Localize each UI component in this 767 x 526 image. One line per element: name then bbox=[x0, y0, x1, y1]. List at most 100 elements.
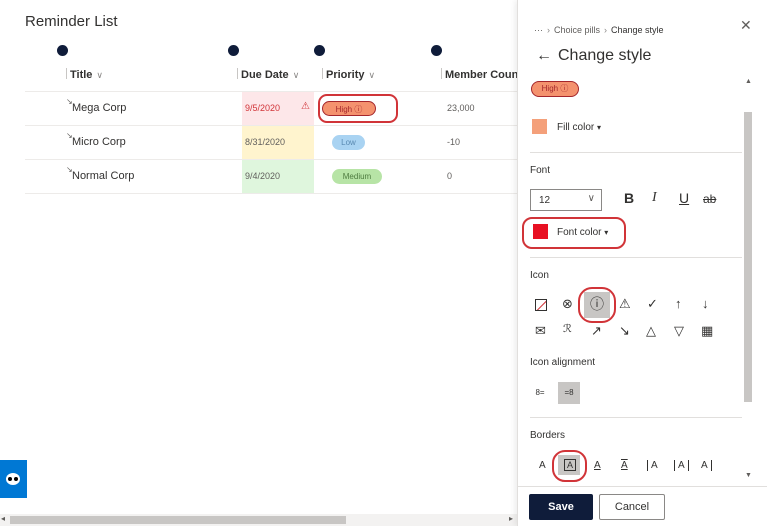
column-dot-member-count bbox=[431, 45, 442, 56]
panel-title-text: Change style bbox=[558, 47, 652, 64]
chevron-right-icon: › bbox=[604, 25, 608, 35]
row-title-text: Mega Corp bbox=[72, 102, 127, 114]
caret-down-icon: ▾ bbox=[597, 123, 602, 132]
scroll-up-icon[interactable]: ▲ bbox=[745, 78, 752, 85]
chevron-down-icon: ∨ bbox=[292, 70, 300, 80]
highlight-ring-font-color bbox=[522, 217, 626, 249]
priority-pill-medium: Medium bbox=[332, 169, 382, 184]
item-icon: ↘ bbox=[66, 165, 73, 174]
info-circle-icon: ⓘ bbox=[560, 84, 569, 93]
member-count-cell: 23,000 bbox=[447, 103, 475, 113]
horizontal-scroll-thumb[interactable] bbox=[10, 516, 346, 524]
column-divider bbox=[237, 68, 238, 79]
due-date-cell: 9/5/2020 ⚠ bbox=[242, 92, 314, 125]
chevron-down-icon: ∨ bbox=[368, 70, 376, 80]
none-icon[interactable] bbox=[535, 299, 547, 311]
warning-triangle-icon[interactable]: ⚠ bbox=[619, 297, 631, 310]
highlight-ring-icon bbox=[578, 287, 616, 323]
item-icon: ↘ bbox=[66, 131, 73, 140]
close-icon[interactable]: ✕ bbox=[740, 17, 752, 34]
extension-button[interactable] bbox=[0, 460, 27, 498]
chevron-down-icon: ∨ bbox=[587, 193, 595, 204]
column-header-member-count[interactable]: Member Coun bbox=[441, 68, 518, 81]
chevron-right-icon: › bbox=[547, 25, 550, 35]
arrow-up-icon[interactable]: ↑ bbox=[675, 297, 682, 310]
format-panel: ··· › Choice pills › Change style ✕ ← Change … bbox=[517, 0, 767, 526]
strikethrough-button[interactable]: ab bbox=[703, 192, 716, 206]
column-dot-priority bbox=[314, 45, 325, 56]
column-dot-title bbox=[57, 45, 68, 56]
table-row-title[interactable]: ↘ Normal Corp bbox=[66, 165, 135, 182]
italic-button[interactable]: I bbox=[652, 190, 657, 206]
column-header-label: Member Coun bbox=[445, 69, 519, 81]
bold-button[interactable]: B bbox=[624, 190, 634, 206]
none-slash bbox=[536, 300, 546, 310]
panda-icon bbox=[6, 473, 20, 485]
fill-color-label: Fill color bbox=[557, 122, 595, 133]
border-left-button[interactable]: A bbox=[647, 460, 658, 471]
breadcrumb: ··· › Choice pills › Change style bbox=[534, 25, 664, 35]
column-header-priority[interactable]: Priority ∨ bbox=[322, 68, 375, 81]
table-row-title[interactable]: ↘ Mega Corp bbox=[66, 97, 127, 114]
section-divider bbox=[530, 152, 742, 153]
align-left-button[interactable]: 8= bbox=[529, 382, 551, 404]
breadcrumb-parent[interactable]: Choice pills bbox=[554, 25, 600, 35]
column-header-due-date[interactable]: Due Date ∨ bbox=[237, 68, 299, 81]
scroll-left-icon[interactable]: ◂ bbox=[1, 514, 5, 523]
font-size-value: 12 bbox=[539, 195, 551, 206]
borders-section-label: Borders bbox=[530, 430, 566, 441]
border-none-button[interactable]: A bbox=[539, 460, 546, 471]
priority-pill-low: Low bbox=[332, 135, 365, 150]
font-size-select[interactable]: 12 ∨ bbox=[530, 189, 602, 211]
column-divider bbox=[66, 68, 67, 79]
thumbs-down-icon[interactable]: ▽ bbox=[674, 324, 684, 337]
table-row-title[interactable]: ↘ Micro Corp bbox=[66, 131, 126, 148]
preview-pill: High ⓘ bbox=[531, 81, 579, 97]
due-date-cell: 8/31/2020 bbox=[242, 126, 314, 159]
list-title: Reminder List bbox=[25, 13, 118, 30]
thumbs-up-icon[interactable]: △ bbox=[646, 324, 656, 337]
due-date-text: 8/31/2020 bbox=[245, 137, 286, 147]
scroll-right-icon[interactable]: ▸ bbox=[509, 514, 513, 523]
fill-color-button[interactable]: Fill color ▾ bbox=[557, 122, 601, 133]
footer-divider bbox=[517, 486, 767, 487]
cancel-button[interactable]: Cancel bbox=[599, 494, 665, 520]
border-bottom-button[interactable]: A bbox=[594, 460, 601, 471]
row-title-text: Normal Corp bbox=[72, 170, 135, 182]
due-date-cell: 9/4/2020 bbox=[242, 160, 314, 193]
panel-scroll-thumb[interactable] bbox=[744, 112, 752, 402]
chevron-down-icon: ∨ bbox=[96, 70, 104, 80]
panel-title: ← Change style bbox=[536, 47, 651, 65]
section-divider bbox=[530, 417, 742, 418]
back-arrow-icon[interactable]: ← bbox=[536, 47, 552, 64]
column-header-title[interactable]: Title ∨ bbox=[66, 68, 103, 81]
trend-down-icon[interactable]: ↘ bbox=[619, 324, 630, 337]
mail-icon[interactable]: ✉ bbox=[535, 324, 546, 337]
trend-up-icon[interactable]: ↗ bbox=[591, 324, 602, 337]
breadcrumb-ellipsis[interactable]: ··· bbox=[534, 25, 543, 35]
cross-circle-icon[interactable]: ⊗ bbox=[562, 297, 573, 310]
column-divider bbox=[441, 68, 442, 79]
save-button[interactable]: Save bbox=[529, 494, 593, 520]
border-right-button[interactable]: A bbox=[701, 460, 712, 471]
icon-section-label: Icon bbox=[530, 270, 549, 281]
due-date-text: 9/4/2020 bbox=[245, 171, 281, 181]
people-icon[interactable]: ℛ bbox=[563, 324, 572, 335]
underline-button[interactable]: U bbox=[679, 190, 689, 206]
fill-color-swatch[interactable] bbox=[532, 119, 547, 134]
checkmark-icon[interactable]: ✓ bbox=[647, 297, 658, 310]
item-icon: ↘ bbox=[66, 97, 73, 106]
column-header-label: Title bbox=[70, 69, 93, 81]
arrow-down-icon[interactable]: ↓ bbox=[702, 297, 709, 310]
border-top-bottom-button[interactable]: A bbox=[621, 460, 628, 471]
column-header-label: Priority bbox=[326, 69, 365, 81]
preview-pill-label: High bbox=[541, 84, 559, 93]
calendar-icon[interactable]: ▦ bbox=[701, 324, 713, 337]
member-count-cell: -10 bbox=[447, 137, 461, 147]
align-right-button[interactable]: =8 bbox=[558, 382, 580, 404]
border-sides-button[interactable]: A bbox=[674, 460, 689, 471]
icon-alignment-label: Icon alignment bbox=[530, 357, 596, 368]
due-date-text: 9/5/2020 bbox=[245, 103, 281, 113]
section-divider bbox=[530, 257, 742, 258]
scroll-down-icon[interactable]: ▼ bbox=[745, 472, 752, 479]
